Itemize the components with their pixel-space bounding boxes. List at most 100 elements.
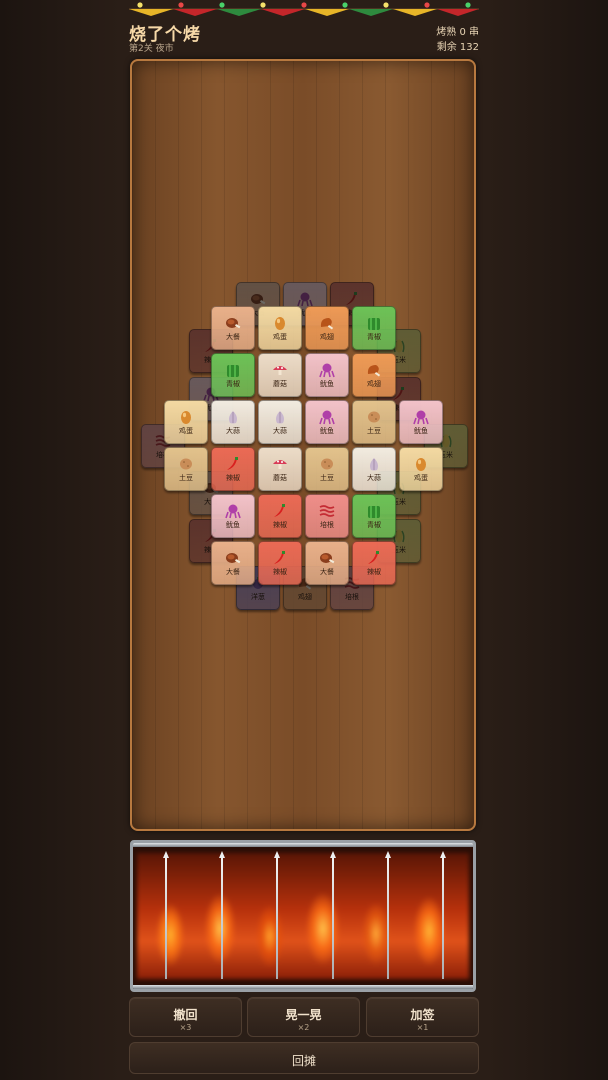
food-tile-chili[interactable]: 辣椒 — [258, 541, 302, 585]
tile-label: 大餐 — [226, 568, 240, 576]
tile-label: 鸡蛋 — [273, 333, 287, 341]
skewer-slot[interactable] — [219, 851, 225, 979]
food-tile-chili[interactable]: 辣椒 — [352, 541, 396, 585]
food-tile-drumstick[interactable]: 大餐 — [211, 541, 255, 585]
garlic-icon — [364, 456, 384, 472]
potato-icon — [176, 456, 196, 472]
add-skewer-button[interactable]: 加签 ×1 — [366, 997, 479, 1037]
skewer-slot[interactable] — [385, 851, 391, 979]
food-tile-chili[interactable]: 辣椒 — [211, 447, 255, 491]
tile-label: 大餐 — [320, 568, 334, 576]
food-tile-mushroom[interactable]: 蘑菇 — [258, 353, 302, 397]
chili-icon — [223, 456, 243, 472]
egg-icon — [270, 315, 290, 331]
meat-drumstick-icon — [317, 550, 337, 566]
tile-label: 鸡翅 — [298, 593, 312, 601]
grill-tray — [130, 840, 476, 992]
skewer-slot[interactable] — [440, 851, 446, 979]
undo-count: ×3 — [179, 1023, 192, 1032]
meat-drumstick-icon — [223, 315, 243, 331]
game-board: 大餐鱿鱼辣椒辣椒玉米鱿鱼辣椒培根玉米大餐玉米辣椒玉米洋葱鸡翅培根大餐鸡蛋鸡翅青椒… — [130, 59, 476, 831]
food-tile-mushroom[interactable]: 蘑菇 — [258, 447, 302, 491]
food-tile-drumstick[interactable]: 大餐 — [305, 541, 349, 585]
chili-icon — [270, 503, 290, 519]
tile-label: 鸡翅 — [367, 380, 381, 388]
food-tile-pepper[interactable]: 青椒 — [211, 353, 255, 397]
potato-icon — [317, 456, 337, 472]
mushroom-icon — [270, 362, 290, 378]
food-tile-garlic[interactable]: 大蒜 — [211, 400, 255, 444]
skewer-slot[interactable] — [274, 851, 280, 979]
tile-label: 鱿鱼 — [320, 380, 334, 388]
tile-label: 鱿鱼 — [414, 427, 428, 435]
food-tile-potato[interactable]: 土豆 — [164, 447, 208, 491]
meat-drumstick-icon — [248, 291, 268, 307]
food-tile-chili[interactable]: 辣椒 — [258, 494, 302, 538]
garlic-icon — [223, 409, 243, 425]
tile-label: 土豆 — [367, 427, 381, 435]
tile-label: 辣椒 — [367, 568, 381, 576]
tile-label: 辣椒 — [226, 474, 240, 482]
food-tile-potato[interactable]: 土豆 — [305, 447, 349, 491]
tile-label: 辣椒 — [273, 521, 287, 529]
food-tile-garlic[interactable]: 大蒜 — [258, 400, 302, 444]
squid-icon — [317, 362, 337, 378]
meat-drumstick-icon — [223, 550, 243, 566]
tile-label: 蘑菇 — [273, 380, 287, 388]
tile-label: 鱿鱼 — [226, 521, 240, 529]
tile-label: 土豆 — [320, 474, 334, 482]
food-tile-squid[interactable]: 鱿鱼 — [211, 494, 255, 538]
tile-label: 青椒 — [367, 333, 381, 341]
tile-label: 青椒 — [367, 521, 381, 529]
undo-label: 撤回 — [173, 1008, 198, 1022]
chicken-wing-icon — [364, 362, 384, 378]
food-tile-pepper[interactable]: 青椒 — [352, 494, 396, 538]
tile-label: 鸡蛋 — [179, 427, 193, 435]
tile-label: 辣椒 — [273, 568, 287, 576]
potato-icon — [364, 409, 384, 425]
food-tile-bacon[interactable]: 培根 — [305, 494, 349, 538]
chili-icon — [364, 550, 384, 566]
egg-icon — [411, 456, 431, 472]
squid-icon — [295, 291, 315, 307]
food-tile-wing[interactable]: 鸡翅 — [305, 306, 349, 350]
food-tile-egg[interactable]: 鸡蛋 — [399, 447, 443, 491]
bunting-decoration — [129, 0, 479, 22]
green-pepper-icon — [364, 503, 384, 519]
mushroom-icon — [270, 456, 290, 472]
tile-label: 鸡蛋 — [414, 474, 428, 482]
tile-label: 青椒 — [226, 380, 240, 388]
game-header: 烧了个烤 第2关 夜市 烤熟 0 串 剩余 132 — [129, 20, 479, 56]
food-tile-potato[interactable]: 土豆 — [352, 400, 396, 444]
tile-label: 洋葱 — [251, 593, 265, 601]
egg-icon — [176, 409, 196, 425]
tile-label: 培根 — [345, 593, 359, 601]
squid-icon — [223, 503, 243, 519]
tile-label: 大蒜 — [367, 474, 381, 482]
skewer-slot[interactable] — [330, 851, 336, 979]
return-stall-button[interactable]: 回摊 — [129, 1042, 479, 1074]
shake-count: ×2 — [297, 1023, 310, 1032]
skewer-slot[interactable] — [163, 851, 169, 979]
remaining-counter: 剩余 132 — [436, 42, 479, 53]
grill-flames — [137, 853, 469, 979]
tile-label: 蘑菇 — [273, 474, 287, 482]
tile-label: 大餐 — [226, 333, 240, 341]
food-tile-squid[interactable]: 鱿鱼 — [305, 353, 349, 397]
squid-icon — [411, 409, 431, 425]
food-tile-wing[interactable]: 鸡翅 — [352, 353, 396, 397]
green-pepper-icon — [223, 362, 243, 378]
tile-label: 大蒜 — [273, 427, 287, 435]
tile-label: 鸡翅 — [320, 333, 334, 341]
shake-button[interactable]: 晃一晃 ×2 — [247, 997, 360, 1037]
tile-label: 培根 — [320, 521, 334, 529]
food-tile-garlic[interactable]: 大蒜 — [352, 447, 396, 491]
shake-label: 晃一晃 — [285, 1008, 322, 1022]
food-tile-egg[interactable]: 鸡蛋 — [258, 306, 302, 350]
food-tile-squid[interactable]: 鱿鱼 — [399, 400, 443, 444]
food-tile-drumstick[interactable]: 大餐 — [211, 306, 255, 350]
food-tile-squid[interactable]: 鱿鱼 — [305, 400, 349, 444]
undo-button[interactable]: 撤回 ×3 — [129, 997, 242, 1037]
food-tile-egg[interactable]: 鸡蛋 — [164, 400, 208, 444]
food-tile-pepper[interactable]: 青椒 — [352, 306, 396, 350]
